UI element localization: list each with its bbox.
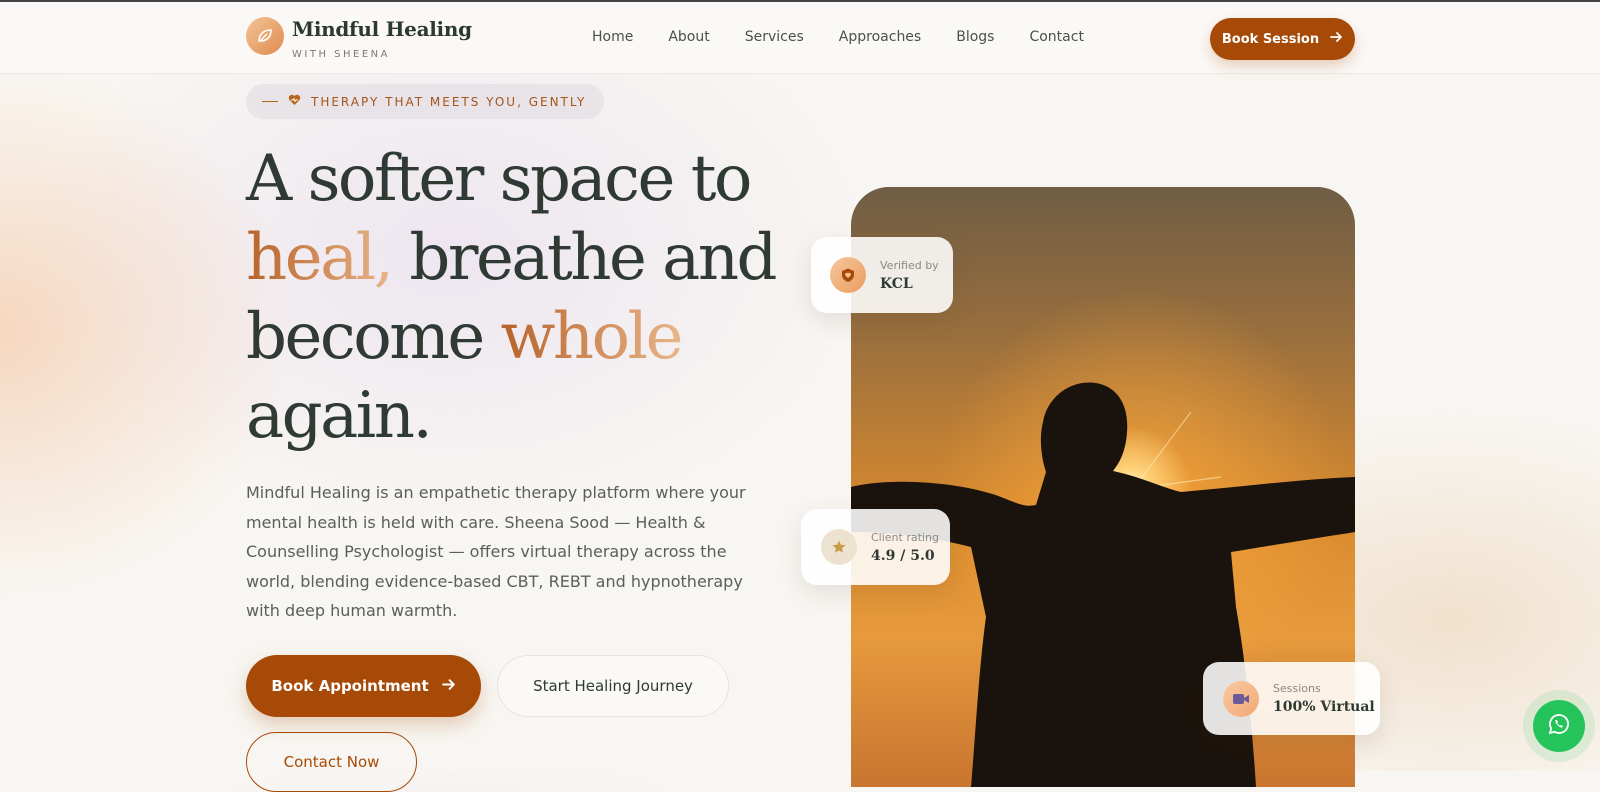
arrow-right-icon bbox=[1329, 30, 1343, 48]
brand-name[interactable]: Mindful Healing bbox=[292, 17, 472, 41]
book-session-label: Book Session bbox=[1221, 31, 1320, 47]
nav-services[interactable]: Services bbox=[745, 29, 804, 45]
nav-blogs[interactable]: Blogs bbox=[956, 29, 994, 45]
headline-line2: breathe and bbox=[391, 221, 777, 295]
rating-card: Client rating 4.9 / 5.0 bbox=[801, 509, 950, 585]
rating-label: Client rating bbox=[871, 530, 939, 544]
arrow-right-icon bbox=[441, 677, 456, 696]
tagline-pill: THERAPY THAT MEETS YOU, GENTLY bbox=[246, 84, 604, 119]
book-appointment-label: Book Appointment bbox=[271, 677, 429, 695]
nav-home[interactable]: Home bbox=[592, 29, 633, 45]
headline-line3: become bbox=[246, 300, 501, 374]
leaf-logo-icon[interactable] bbox=[246, 17, 284, 55]
nav-contact[interactable]: Contact bbox=[1029, 29, 1083, 45]
nav-approaches[interactable]: Approaches bbox=[839, 29, 921, 45]
book-session-button[interactable]: Book Session bbox=[1210, 18, 1355, 60]
brand-subtitle: WITH SHEENA bbox=[292, 49, 390, 60]
start-healing-journey-button[interactable]: Start Healing Journey bbox=[497, 655, 729, 717]
headline-line4: again. bbox=[246, 379, 433, 453]
contact-now-button[interactable]: Contact Now bbox=[246, 732, 417, 792]
rating-value: 4.9 / 5.0 bbox=[871, 547, 935, 564]
star-icon bbox=[821, 529, 857, 565]
verified-value: KCL bbox=[880, 275, 913, 292]
nav-about[interactable]: About bbox=[668, 29, 709, 45]
main-nav: Home About Services Approaches Blogs Con… bbox=[592, 29, 1119, 45]
heart-icon bbox=[288, 94, 301, 109]
tagline-text: THERAPY THAT MEETS YOU, GENTLY bbox=[311, 94, 587, 109]
whatsapp-chat-button[interactable] bbox=[1533, 700, 1585, 752]
dash-decoration bbox=[262, 100, 278, 103]
site-header: Mindful Healing WITH SHEENA Home About S… bbox=[0, 2, 1600, 74]
video-camera-icon bbox=[1223, 680, 1259, 717]
verified-label: Verified by bbox=[880, 258, 939, 272]
hero-headline: A softer space to heal, breathe and beco… bbox=[246, 140, 786, 456]
hero-description: Mindful Healing is an empathetic therapy… bbox=[246, 483, 746, 620]
sessions-value: 100% Virtual bbox=[1273, 699, 1375, 715]
book-appointment-button[interactable]: Book Appointment bbox=[246, 655, 481, 717]
sessions-label: Sessions bbox=[1273, 682, 1321, 695]
headline-line1: A softer space to bbox=[246, 142, 752, 216]
verified-card: Verified by KCL bbox=[811, 237, 953, 313]
whatsapp-icon bbox=[1547, 712, 1571, 740]
headline-accent-heal: heal, bbox=[246, 221, 394, 295]
sessions-card: Sessions 100% Virtual bbox=[1203, 662, 1380, 735]
shield-heart-icon bbox=[830, 257, 866, 293]
headline-accent-whole: whole bbox=[500, 300, 684, 374]
